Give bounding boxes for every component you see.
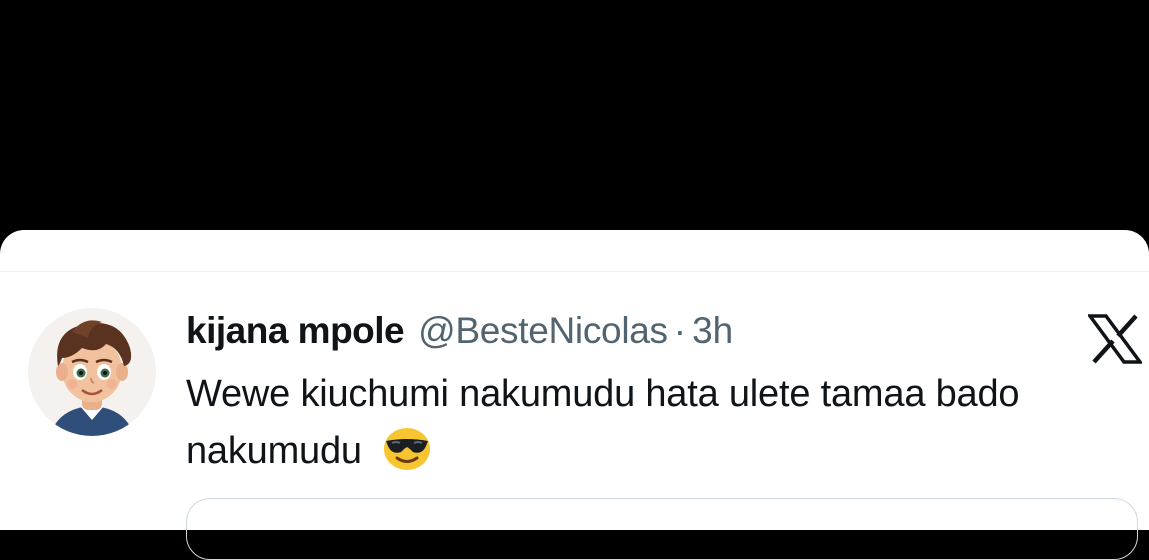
quoted-tweet-card[interactable]: [186, 498, 1138, 560]
avatar[interactable]: [28, 308, 156, 436]
smiling-face-with-sunglasses-icon: [382, 427, 432, 471]
display-name[interactable]: kijana mpole: [186, 310, 405, 352]
timestamp[interactable]: 3h: [692, 310, 733, 352]
tweet-header: kijana mpole @BesteNicolas · 3h: [186, 310, 733, 356]
black-backdrop: [0, 0, 1149, 232]
user-handle[interactable]: @BesteNicolas: [418, 310, 668, 352]
tweet-text-content: Wewe kiuchumi nakumudu hata ulete tamaa …: [186, 373, 1020, 472]
tweet-card[interactable]: kijana mpole @BesteNicolas · 3h Wewe kiu…: [0, 230, 1149, 560]
x-logo-icon: [1086, 314, 1144, 364]
card-divider: [0, 271, 1149, 272]
tweet-text: Wewe kiuchumi nakumudu hata ulete tamaa …: [186, 366, 1136, 480]
avatar-image: [28, 308, 156, 436]
separator-dot: ·: [673, 310, 687, 351]
